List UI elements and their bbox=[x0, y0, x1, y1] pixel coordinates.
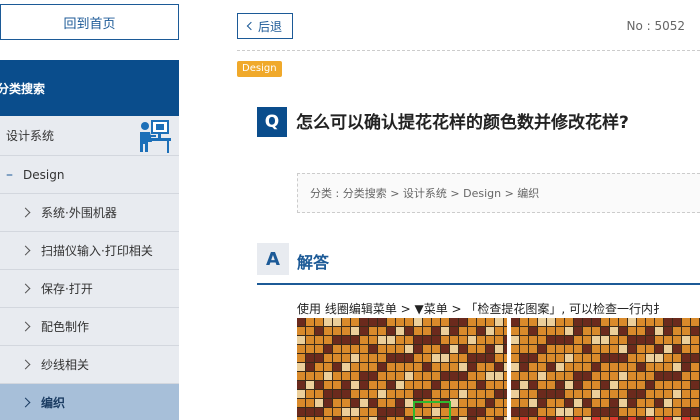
category-tag[interactable]: Design bbox=[237, 61, 282, 77]
chevron-right-icon bbox=[20, 245, 31, 256]
category-search-label: 分类搜索 bbox=[0, 81, 46, 96]
question-mark-badge: Q bbox=[257, 107, 287, 137]
designer-at-computer-icon bbox=[140, 120, 171, 153]
chevron-right-icon bbox=[20, 397, 31, 408]
menu-item-label: 编织 bbox=[41, 396, 66, 410]
category-search-header: 分类搜索 bbox=[0, 60, 179, 116]
menu-item-design-system[interactable]: 设计系统 bbox=[0, 116, 179, 156]
menu-item-label: 纱线相关 bbox=[41, 358, 90, 372]
menu-item-label: 配色制作 bbox=[41, 320, 90, 334]
menu-item-scanner-print[interactable]: 扫描仪输入·打印相关 bbox=[0, 232, 179, 270]
menu-item-label: 扫描仪输入·打印相关 bbox=[41, 244, 153, 258]
back-button[interactable]: 后退 bbox=[237, 13, 293, 39]
menu-item-design[interactable]: – Design bbox=[0, 156, 179, 194]
chevron-right-icon bbox=[20, 283, 31, 294]
menu-item-yarn[interactable]: 纱线相关 bbox=[0, 346, 179, 384]
answer-divider bbox=[257, 283, 700, 285]
jacquard-pattern-before-image bbox=[297, 318, 507, 420]
chevron-right-icon bbox=[20, 321, 31, 332]
breadcrumb: 分类 : 分类搜索 > 设计系统 > Design > 编织 bbox=[297, 173, 700, 213]
menu-item-label: Design bbox=[23, 167, 65, 182]
answer-mark-badge: A bbox=[257, 243, 289, 275]
jacquard-pattern-after-image bbox=[511, 318, 700, 420]
back-label: 后退 bbox=[257, 19, 282, 34]
faq-number: No : 5052 bbox=[626, 19, 685, 33]
category-menu: 设计系统 – Design 系统·外围机器 扫描仪输入·打印相关 保存·打开 配… bbox=[0, 116, 179, 420]
answer-text: 使用 线圈编辑菜单 > ▼菜单 > 「检查提花图案」, 可以检查一行内扌 bbox=[297, 302, 666, 316]
menu-item-label: 保存·打开 bbox=[41, 282, 93, 296]
pattern-image-after bbox=[511, 318, 700, 420]
sidebar: 回到首页 分类搜索 设计系统 – Design 系统·外围机器 扫描仪输入·打印… bbox=[0, 0, 179, 420]
menu-item-save-open[interactable]: 保存·打开 bbox=[0, 270, 179, 308]
pattern-image-before bbox=[297, 318, 507, 420]
divider bbox=[237, 50, 700, 51]
chevron-right-icon bbox=[20, 207, 31, 218]
menu-item-system-peripherals[interactable]: 系统·外围机器 bbox=[0, 194, 179, 232]
menu-item-color-making[interactable]: 配色制作 bbox=[0, 308, 179, 346]
menu-item-label: 设计系统 bbox=[6, 129, 55, 143]
main-content: 后退 No : 5052 Design Q 怎么可以确认提花花样的颜色数并修改花… bbox=[236, 0, 700, 420]
home-button[interactable]: 回到首页 bbox=[0, 4, 179, 40]
chevron-left-icon bbox=[246, 21, 256, 31]
chevron-right-icon bbox=[20, 359, 31, 370]
answer-title: 解答 bbox=[297, 253, 330, 272]
question-title: 怎么可以确认提花花样的颜色数并修改花样? bbox=[296, 113, 629, 133]
menu-item-knitting[interactable]: 编织 bbox=[0, 384, 179, 420]
menu-item-label: 系统·外围机器 bbox=[41, 206, 117, 220]
collapse-toggle[interactable]: – bbox=[6, 167, 13, 183]
